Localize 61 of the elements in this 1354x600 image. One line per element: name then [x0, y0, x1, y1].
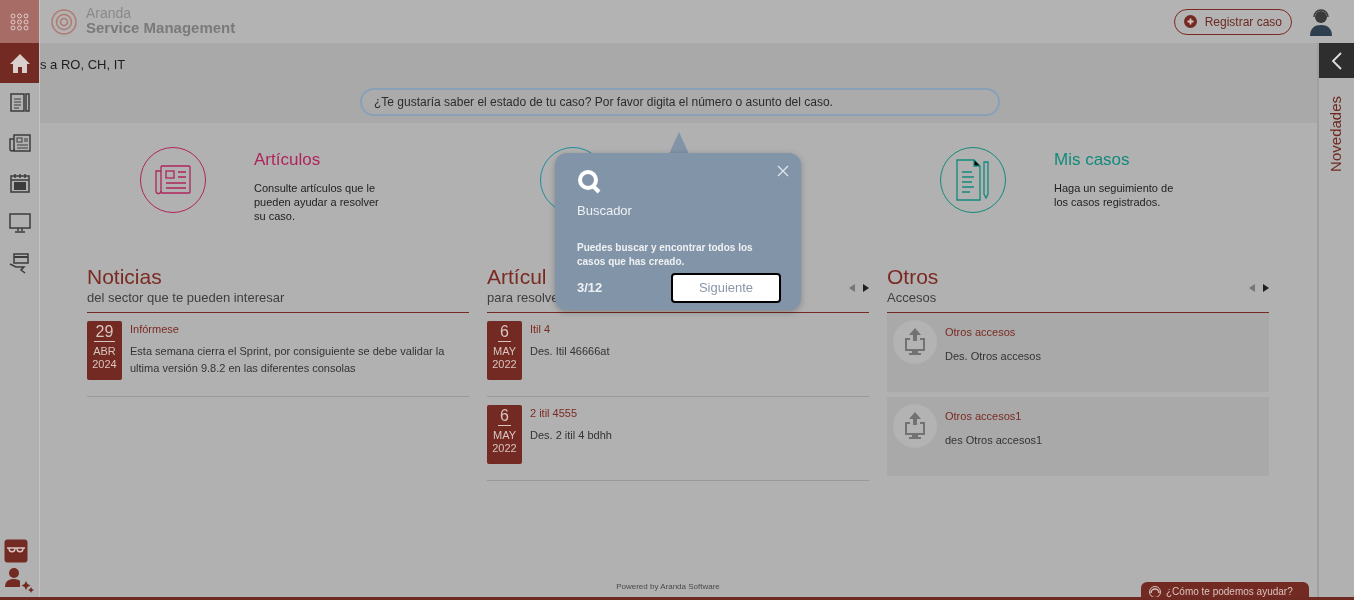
- section-title: Otros: [887, 265, 939, 289]
- tour-step-counter: 3/12: [577, 278, 603, 297]
- section-title: Artícul: [487, 265, 548, 289]
- date-day: 6: [498, 406, 511, 426]
- next-arrow-icon[interactable]: [1263, 283, 1269, 292]
- hand-card-icon: [7, 251, 32, 275]
- collapse-panel-button[interactable]: [1319, 43, 1354, 78]
- feature-title[interactable]: Artículos: [254, 147, 384, 173]
- access-description: Des. Otros accesos: [945, 349, 1041, 365]
- item-title[interactable]: Itil 4: [530, 320, 610, 338]
- powered-by-text: Powered by Aranda Software: [616, 581, 720, 593]
- access-title: Otros accesos1: [945, 408, 1023, 424]
- date-month: ABR: [92, 345, 117, 358]
- headset-icon: [1149, 584, 1161, 597]
- item-description: Des. 2 itil 4 bdhh: [530, 428, 612, 444]
- help-button[interactable]: ¿Cómo te podemos ayudar?: [1141, 582, 1309, 597]
- support-agent-avatar-icon[interactable]: [1308, 7, 1334, 36]
- search-field[interactable]: ¿Te gustaría saber el estado de tu caso? Por favor digita el número o asunto del caso.: [360, 88, 1000, 116]
- date-month: MAY: [492, 429, 517, 442]
- item-description: Esta semana cierra el Sprint, por consiguiente se debe validar la ultima versión 9.8.2 en las diferentes consolas: [130, 344, 446, 377]
- glasses-icon[interactable]: [4, 539, 28, 563]
- item-title[interactable]: Infórmese: [130, 320, 469, 338]
- chevron-left-icon: [1330, 50, 1343, 71]
- search-icon: [577, 169, 603, 195]
- document-pencil-icon: [956, 158, 990, 202]
- date-day: 29: [93, 322, 116, 342]
- newspaper-icon: [155, 165, 191, 195]
- date-day: 6: [498, 322, 511, 342]
- access-card[interactable]: Otros accesos Des. Otros accesos: [887, 312, 1269, 392]
- user-sparkle-icon[interactable]: [4, 567, 34, 593]
- section-subtitle: Accesos: [887, 289, 938, 308]
- section-title: Noticias: [87, 265, 163, 289]
- section-subtitle: del sector que te pueden interesar: [87, 289, 285, 308]
- access-description: des Otros accesos1: [945, 433, 1043, 449]
- feature-description: Consulte artículos que le pueden ayudar a resolver su caso.: [254, 180, 380, 224]
- date-year: 2024: [91, 357, 118, 371]
- tour-title: Buscador: [577, 202, 633, 220]
- breadcrumb-text: s a RO, CH, IT: [40, 56, 126, 74]
- item-description: Des. Itil 46666at: [530, 344, 610, 360]
- document-icon: [7, 91, 32, 115]
- next-button[interactable]: Siguiente: [671, 272, 781, 303]
- access-card[interactable]: Otros accesos1 des Otros accesos1: [887, 396, 1269, 476]
- calendar-icon: [7, 171, 32, 195]
- news-panel-tab[interactable]: Novedades: [1325, 96, 1348, 172]
- sidebar-item[interactable]: [0, 43, 39, 83]
- date-month: MAY: [492, 345, 517, 358]
- close-icon: [777, 165, 789, 177]
- date-year: 2022: [491, 441, 518, 455]
- next-arrow-icon[interactable]: [863, 283, 869, 292]
- access-title: Otros accesos: [945, 324, 1017, 340]
- monitor-upload-icon: [903, 411, 927, 440]
- date-year: 2022: [491, 357, 518, 371]
- monitor-icon: [7, 211, 32, 235]
- brand-subtitle: Service Management: [86, 20, 236, 37]
- plus-circle-icon: [1183, 15, 1197, 28]
- spiral-logo-icon: [50, 7, 78, 36]
- monitor-upload-icon: [903, 327, 927, 356]
- item-title[interactable]: 2 itil 4555: [530, 404, 612, 422]
- newspaper-icon: [7, 131, 32, 155]
- tour-description: Puedes buscar y encontrar todos los casos que has creado.: [577, 240, 754, 269]
- feature-description: Haga un seguimiento de los casos registrados.: [1054, 180, 1175, 210]
